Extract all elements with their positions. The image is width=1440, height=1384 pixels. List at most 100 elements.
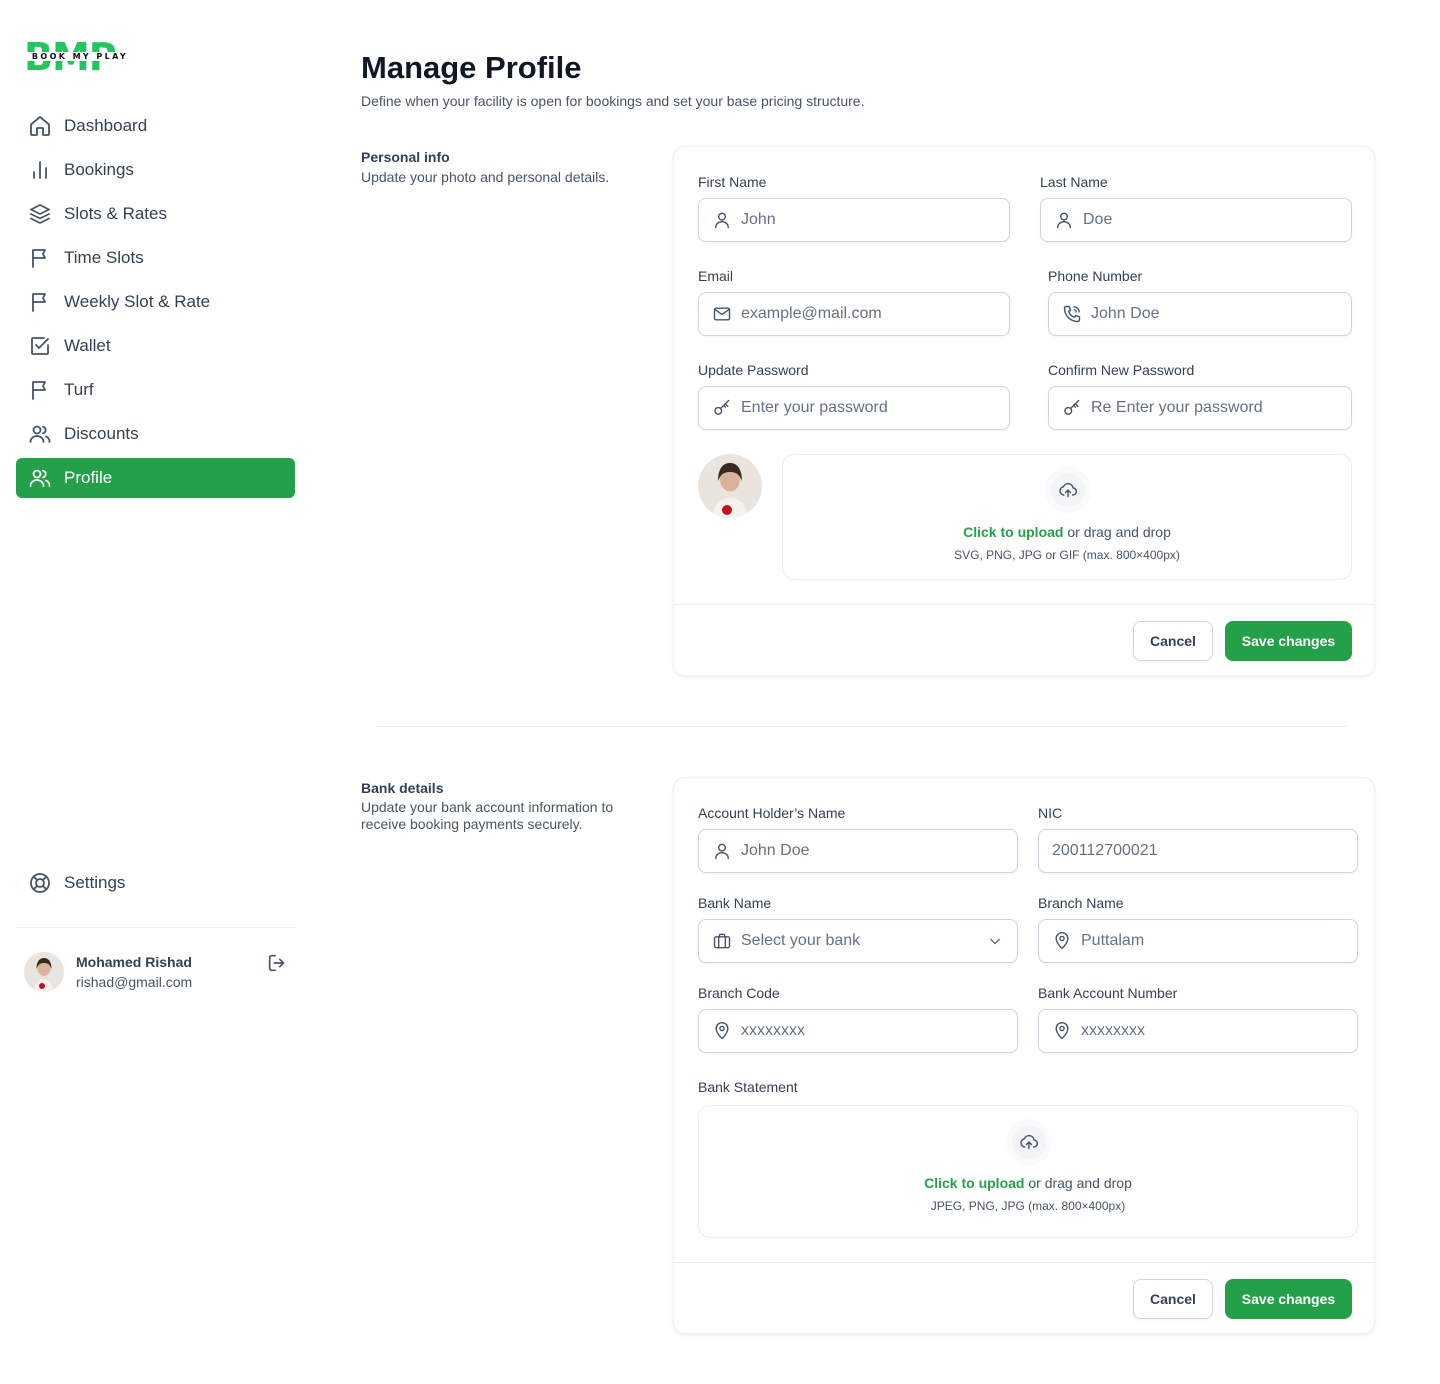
branch-code-label: Branch Code	[698, 985, 780, 1001]
sidebar-item-label: Wallet	[64, 336, 111, 355]
page-subtitle: Define when your facility is open for bo…	[361, 93, 865, 109]
password-placeholder: Enter your password	[741, 399, 888, 416]
upload-hint: JPEG, PNG, JPG (max. 800×400px)	[930, 1199, 1126, 1213]
first-name-field[interactable]: John	[698, 198, 1010, 242]
sidebar-item-bookings[interactable]: Bookings	[16, 150, 295, 190]
first-name-value: John	[741, 211, 776, 228]
briefcase-icon	[712, 931, 732, 951]
avatar[interactable]	[24, 952, 64, 992]
sidebar-divider	[16, 927, 295, 928]
sidebar-item-time-slots[interactable]: Time Slots	[16, 238, 295, 278]
page-title: Manage Profile	[361, 50, 582, 85]
account-holder-label: Account Holder’s Name	[698, 805, 846, 821]
personal-save-button[interactable]: Save changes	[1225, 621, 1352, 661]
personal-card-footer	[674, 604, 1374, 605]
confirm-password-placeholder: Re Enter your password	[1091, 399, 1263, 416]
last-name-label: Last Name	[1040, 174, 1108, 190]
brand-logo[interactable]: BMP BOOK MY PLAY	[24, 38, 136, 76]
last-name-field[interactable]: Doe	[1040, 198, 1352, 242]
upload-cloud-icon	[1006, 1119, 1052, 1165]
password-field[interactable]: Enter your password	[698, 386, 1010, 430]
account-holder-value: John Doe	[741, 842, 810, 859]
photo-upload-dropzone[interactable]: Click to upload or drag and drop SVG, PN…	[782, 454, 1352, 580]
sidebar-item-weekly-slot-rate[interactable]: Weekly Slot & Rate	[16, 282, 295, 322]
sidebar-item-label: Weekly Slot & Rate	[64, 292, 211, 311]
bar-chart-icon	[28, 158, 52, 182]
sidebar-item-label: Settings	[64, 873, 126, 892]
sidebar-item-label: Bookings	[64, 160, 134, 179]
branch-name-field[interactable]: Puttalam	[1038, 919, 1358, 963]
account-number-field[interactable]: xxxxxxxx	[1038, 1009, 1358, 1053]
click-to-upload-link[interactable]: Click to upload	[924, 1175, 1024, 1191]
user-email: rishad@gmail.com	[76, 974, 193, 990]
account-number-value: xxxxxxxx	[1081, 1022, 1145, 1039]
bank-statement-dropzone[interactable]: Click to upload or drag and drop JPEG, P…	[698, 1105, 1358, 1238]
bank-save-button[interactable]: Save changes	[1225, 1279, 1352, 1319]
bank-section-title: Bank details	[361, 780, 444, 796]
users-icon	[28, 422, 52, 446]
first-name-label: First Name	[698, 174, 767, 190]
profile-photo[interactable]	[698, 454, 762, 518]
sidebar-item-profile[interactable]: Profile	[16, 458, 295, 498]
account-number-label: Bank Account Number	[1038, 985, 1178, 1001]
sidebar-nav: Dashboard Bookings Slots & Rates Time Sl…	[16, 106, 295, 502]
branch-code-field[interactable]: xxxxxxxx	[698, 1009, 1018, 1053]
life-buoy-icon	[28, 871, 52, 895]
branch-name-label: Branch Name	[1038, 895, 1124, 911]
bank-details-card: Account Holder’s Name John Doe NIC 20011…	[673, 777, 1375, 1334]
branch-code-value: xxxxxxxx	[741, 1022, 805, 1039]
mail-icon	[712, 304, 732, 324]
bank-cancel-button[interactable]: Cancel	[1133, 1279, 1213, 1319]
logout-icon[interactable]	[266, 952, 288, 974]
user-profile-summary: Mohamed Rishad rishad@gmail.com	[24, 952, 295, 994]
email-field[interactable]: example@mail.com	[698, 292, 1010, 336]
chevron-down-icon	[985, 931, 1005, 951]
upload-instruction: Click to upload or drag and drop	[699, 1175, 1357, 1191]
flag-icon	[28, 290, 52, 314]
upload-instruction: Click to upload or drag and drop	[783, 524, 1351, 540]
check-square-icon	[28, 334, 52, 358]
upload-instruction-rest: or drag and drop	[1063, 524, 1171, 540]
account-holder-field[interactable]: John Doe	[698, 829, 1018, 873]
map-pin-icon	[1052, 1021, 1072, 1041]
nic-label: NIC	[1038, 805, 1063, 821]
sidebar-item-settings[interactable]: Settings	[16, 863, 295, 903]
sidebar-item-turf[interactable]: Turf	[16, 370, 295, 410]
user-icon	[1054, 210, 1074, 230]
sidebar-item-label: Dashboard	[64, 116, 148, 135]
flag-icon	[28, 246, 52, 270]
confirm-password-label: Confirm New Password	[1048, 362, 1195, 378]
sidebar: BMP BOOK MY PLAY Dashboard Bookings Slot…	[0, 0, 312, 1384]
email-label: Email	[698, 268, 734, 284]
personal-section-description: Update your photo and personal details.	[361, 169, 610, 185]
user-icon	[712, 841, 732, 861]
personal-cancel-button[interactable]: Cancel	[1133, 621, 1213, 661]
personal-section-title: Personal info	[361, 149, 450, 165]
confirm-password-field[interactable]: Re Enter your password	[1048, 386, 1352, 430]
branch-name-value: Puttalam	[1081, 932, 1145, 949]
key-icon	[1062, 398, 1082, 418]
bank-name-select[interactable]: Select your bank	[698, 919, 1018, 963]
bank-name-placeholder: Select your bank	[741, 932, 861, 949]
section-divider	[377, 726, 1347, 727]
sidebar-item-dashboard[interactable]: Dashboard	[16, 106, 295, 146]
phone-field[interactable]: John Doe	[1048, 292, 1352, 336]
sidebar-item-label: Discounts	[64, 424, 139, 443]
click-to-upload-link[interactable]: Click to upload	[963, 524, 1063, 540]
bank-statement-label: Bank Statement	[698, 1079, 798, 1095]
flag-icon	[28, 378, 52, 402]
nic-value: 200112700021	[1052, 842, 1158, 859]
upload-instruction-rest: or drag and drop	[1024, 1175, 1132, 1191]
sidebar-item-label: Profile	[64, 468, 113, 487]
sidebar-item-discounts[interactable]: Discounts	[16, 414, 295, 454]
upload-hint: SVG, PNG, JPG or GIF (max. 800×400px)	[954, 548, 1180, 562]
email-placeholder: example@mail.com	[741, 305, 882, 322]
phone-call-icon	[1062, 304, 1082, 324]
nic-field[interactable]: 200112700021	[1038, 829, 1358, 873]
map-pin-icon	[1052, 931, 1072, 951]
sidebar-item-label: Turf	[64, 380, 94, 399]
sidebar-item-label: Time Slots	[64, 248, 144, 267]
bank-name-label: Bank Name	[698, 895, 772, 911]
sidebar-item-slots-rates[interactable]: Slots & Rates	[16, 194, 295, 234]
sidebar-item-wallet[interactable]: Wallet	[16, 326, 295, 366]
